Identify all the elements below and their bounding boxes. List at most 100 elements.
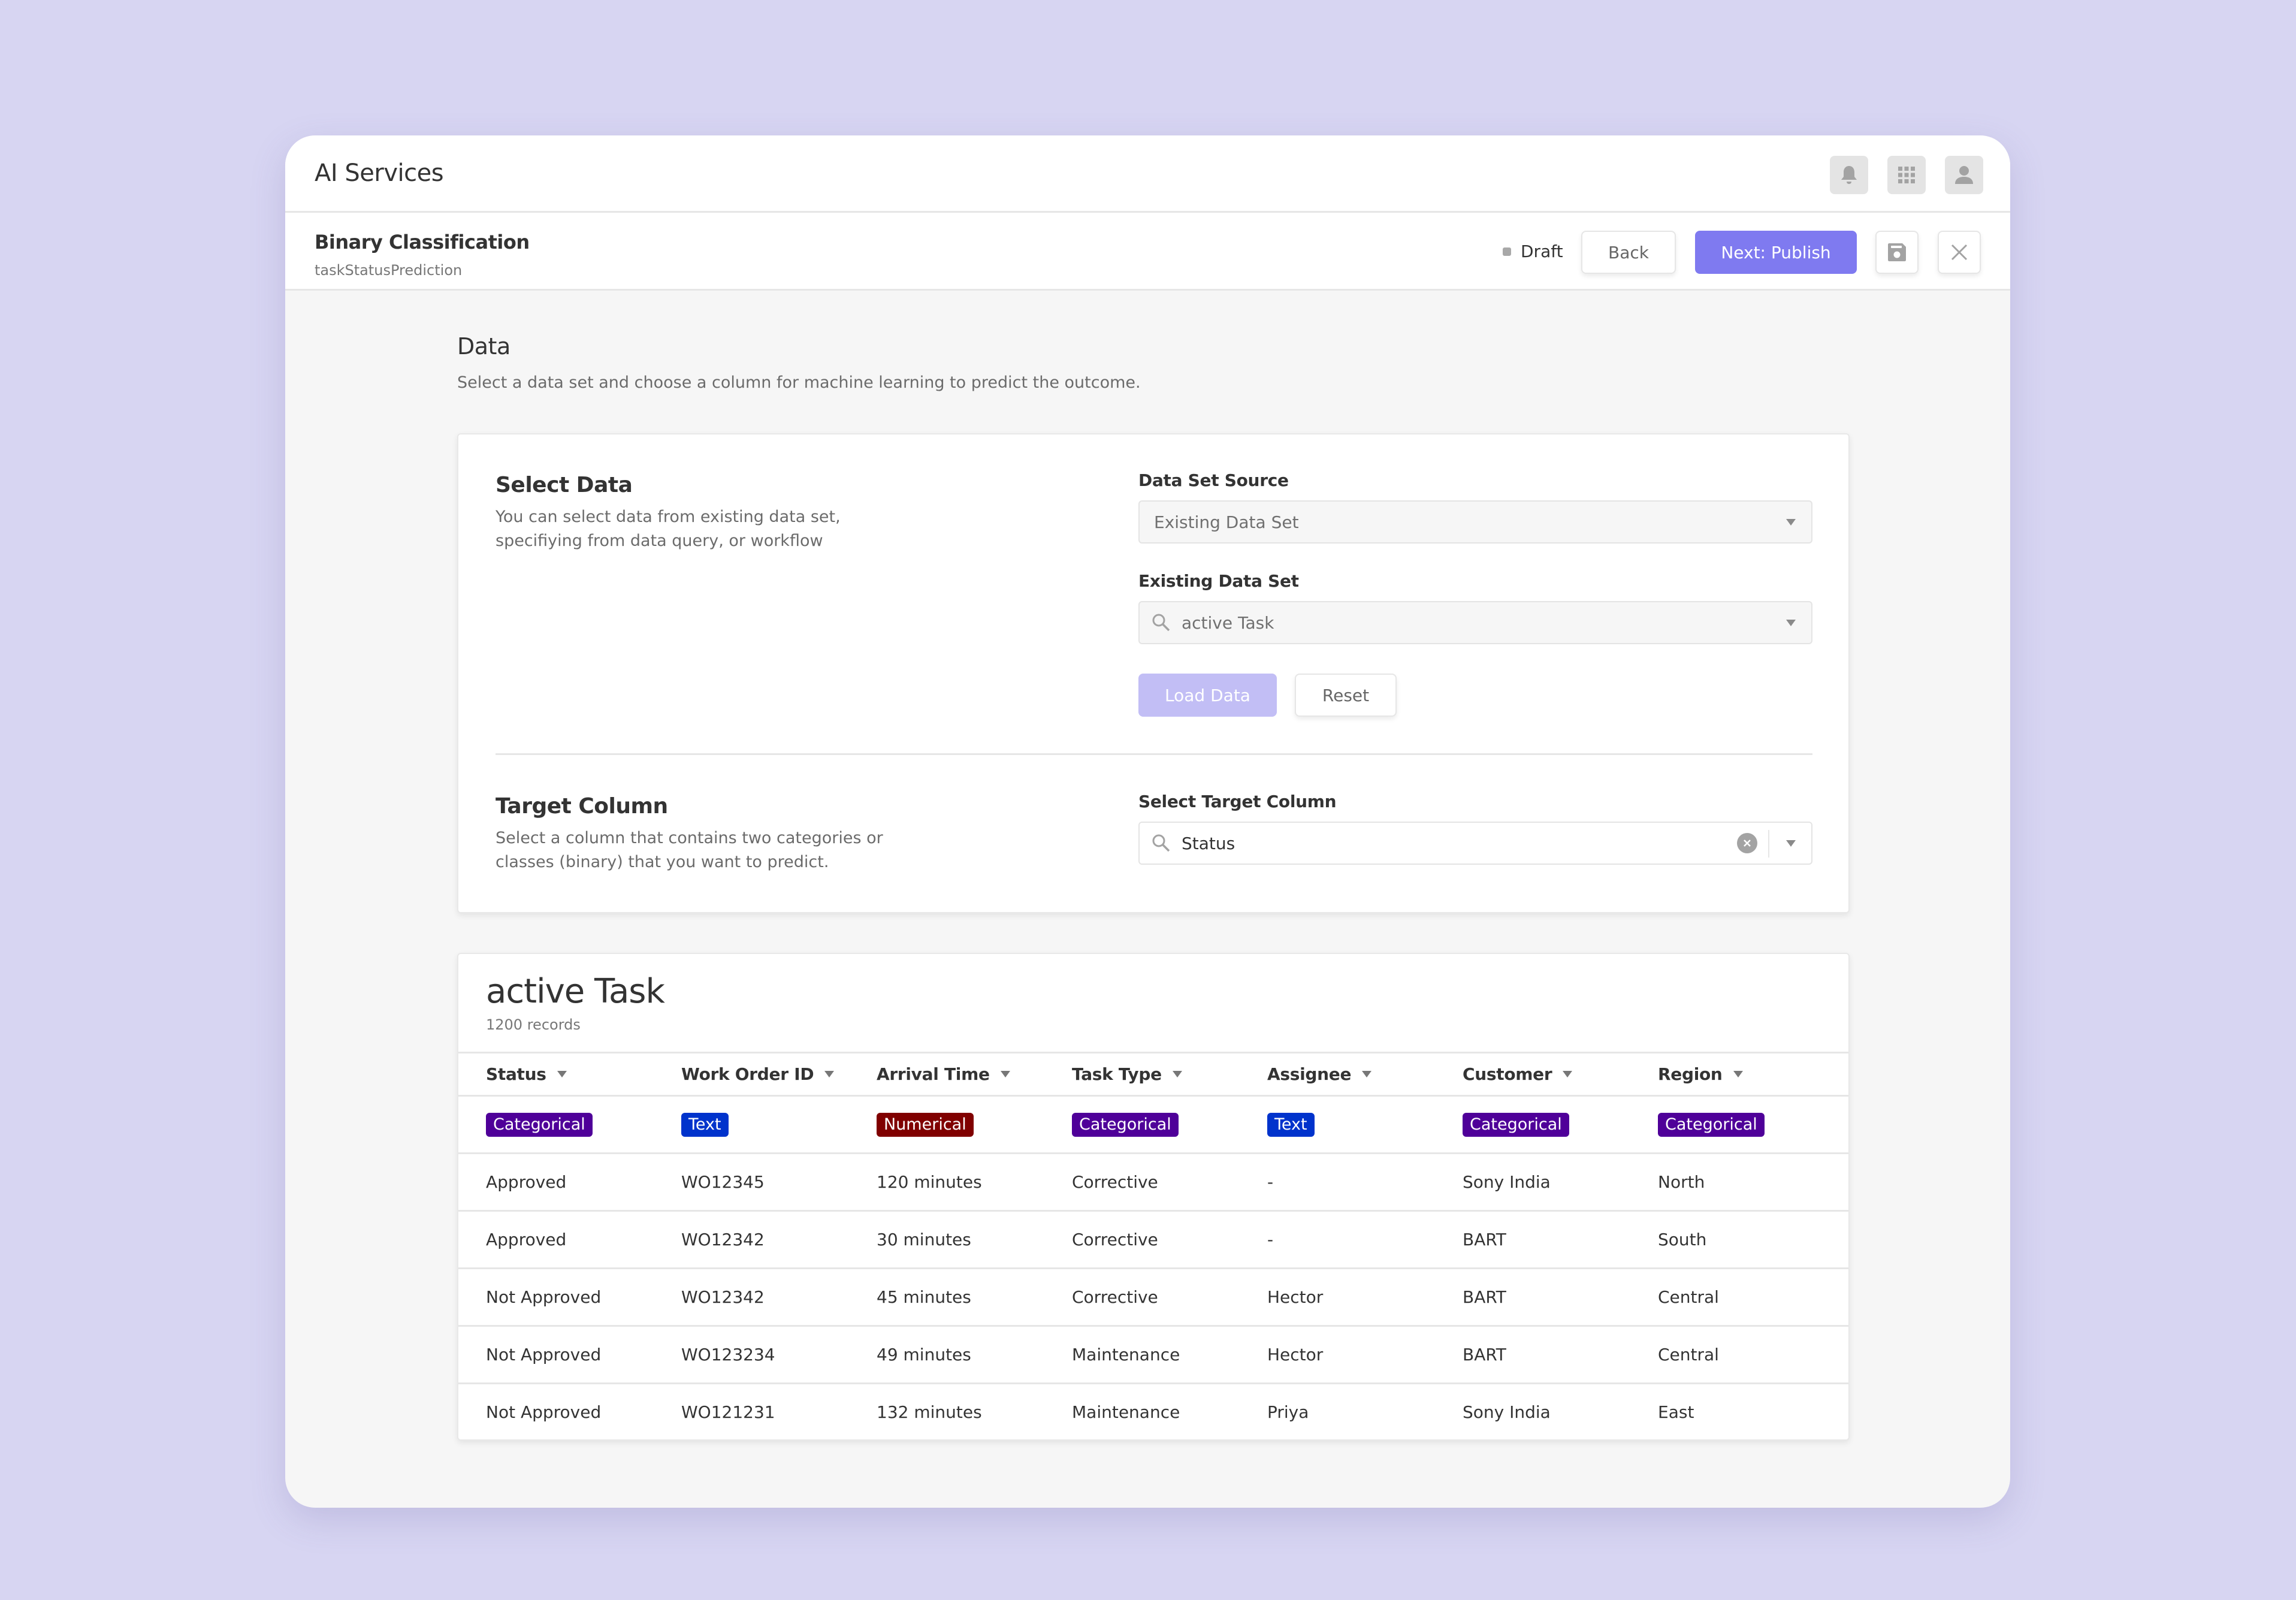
chevron-down-icon (1786, 619, 1796, 626)
table-cell: Central (1658, 1345, 1719, 1364)
table-row: Approved WO12345 120 minutes Corrective - Son… (458, 1152, 1848, 1210)
select-target-column-label: Select Target Column (1138, 792, 1337, 811)
data-config-card: Select Data You can select data from exi… (457, 433, 1850, 913)
column-header-label: Arrival Time (877, 1064, 990, 1084)
table-cell: Hector (1267, 1287, 1324, 1307)
column-header[interactable]: Region (1658, 1053, 1743, 1095)
sub-header: Binary Classification taskStatusPredicti… (285, 213, 2010, 291)
table-cell: Corrective (1072, 1230, 1158, 1249)
table-cell: Maintenance (1072, 1345, 1180, 1364)
column-header[interactable]: Work Order ID (681, 1053, 835, 1095)
clear-selection-button[interactable] (1737, 833, 1757, 853)
table-cell: 120 minutes (877, 1172, 982, 1192)
column-header[interactable]: Task Type (1072, 1053, 1182, 1095)
page-description: Select a data set and choose a column fo… (457, 373, 1141, 392)
sort-caret-icon[interactable] (1362, 1071, 1372, 1077)
table-row: Not Approved WO12342 45 minutes Corrective H… (458, 1267, 1848, 1325)
table-cell: 132 minutes (877, 1402, 982, 1422)
close-icon (1951, 244, 1968, 261)
table-cell: 49 minutes (877, 1345, 971, 1364)
column-type-row: Categorical Text Numerical Categorical Text C… (458, 1095, 1848, 1152)
table-cell: WO12342 (681, 1287, 765, 1307)
table-cell: Not Approved (486, 1287, 602, 1307)
apps-grid-icon (1898, 167, 1915, 183)
next-publish-button[interactable]: Next: Publish (1695, 231, 1857, 274)
sort-caret-icon[interactable] (1172, 1071, 1182, 1077)
data-set-source-value: Existing Data Set (1154, 512, 1299, 532)
column-type-cell: Numerical (877, 1097, 974, 1152)
save-button[interactable] (1875, 231, 1919, 274)
table-cell: Not Approved (486, 1345, 602, 1364)
table-cell: BART (1463, 1230, 1506, 1249)
select-separator (1768, 830, 1769, 858)
table-cell: WO12342 (681, 1230, 765, 1249)
sort-caret-icon[interactable] (1563, 1071, 1573, 1077)
column-type-cell: Text (681, 1097, 729, 1152)
sort-caret-icon[interactable] (557, 1071, 567, 1077)
app-title: AI Services (315, 159, 444, 187)
target-column-select[interactable]: Status (1138, 822, 1812, 865)
search-icon (1152, 614, 1170, 632)
table-cell: BART (1463, 1287, 1506, 1307)
table-cell: Priya (1267, 1402, 1309, 1422)
table-cell: Sony India (1463, 1402, 1551, 1422)
column-header-label: Status (486, 1064, 546, 1084)
model-type-title: Binary Classification (315, 231, 530, 253)
column-type-badge: Text (1267, 1112, 1315, 1137)
record-count: 1200 records (486, 1016, 581, 1033)
load-data-button[interactable]: Load Data (1138, 674, 1277, 717)
column-type-cell: Categorical (1658, 1097, 1765, 1152)
data-set-source-label: Data Set Source (1138, 470, 1289, 490)
table-cell: Hector (1267, 1345, 1324, 1364)
existing-data-set-value: active Task (1182, 612, 1274, 633)
sort-caret-icon[interactable] (824, 1071, 835, 1077)
column-header[interactable]: Assignee (1267, 1053, 1372, 1095)
sort-caret-icon[interactable] (1000, 1071, 1010, 1077)
table-row: Not Approved WO123234 49 minutes Maintenanc… (458, 1325, 1848, 1382)
table-cell: Corrective (1072, 1172, 1158, 1192)
status-dot-icon (1503, 247, 1511, 256)
column-header[interactable]: Arrival Time (877, 1053, 1010, 1095)
table-cell: East (1658, 1402, 1694, 1422)
profile-button[interactable] (1945, 156, 1983, 194)
column-header-label: Work Order ID (681, 1064, 814, 1084)
table-cell: WO12345 (681, 1172, 765, 1192)
table-cell: South (1658, 1230, 1707, 1249)
data-set-source-select[interactable]: Existing Data Set (1138, 500, 1812, 544)
table-cell: - (1267, 1172, 1274, 1192)
table-cell: - (1267, 1230, 1274, 1249)
existing-data-set-select[interactable]: active Task (1138, 601, 1812, 644)
close-button[interactable] (1938, 231, 1981, 274)
table-cell: Central (1658, 1287, 1719, 1307)
reset-button[interactable]: Reset (1295, 674, 1397, 717)
column-type-badge: Categorical (486, 1112, 593, 1137)
table-row: Not Approved WO121231 132 minutes Maintenan… (458, 1382, 1848, 1440)
select-data-title: Select Data (496, 473, 633, 497)
user-icon (1955, 166, 1973, 184)
sort-caret-icon[interactable] (1733, 1071, 1743, 1077)
bell-icon (1841, 166, 1857, 184)
column-header[interactable]: Customer (1463, 1053, 1573, 1095)
column-type-badge: Categorical (1658, 1112, 1765, 1137)
chevron-down-icon (1786, 518, 1796, 526)
column-header[interactable]: Status (486, 1053, 567, 1095)
target-column-description: Select a column that contains two catego… (496, 829, 883, 871)
save-icon (1888, 243, 1906, 261)
column-header-label: Task Type (1072, 1064, 1162, 1084)
table-row: Approved WO12342 30 minutes Corrective - BART… (458, 1210, 1848, 1267)
table-cell: BART (1463, 1345, 1506, 1364)
column-type-cell: Categorical (1072, 1097, 1179, 1152)
column-header-label: Region (1658, 1064, 1723, 1084)
notifications-button[interactable] (1830, 156, 1868, 194)
app-window: AI Services Binary Classification taskSt… (285, 135, 2010, 1508)
back-button[interactable]: Back (1581, 231, 1676, 274)
page-title: Data (457, 333, 510, 360)
clear-icon (1744, 840, 1751, 847)
table-cell: 30 minutes (877, 1230, 971, 1249)
apps-button[interactable] (1887, 156, 1926, 194)
top-bar: AI Services (285, 135, 2010, 213)
select-data-description: You can select data from existing data s… (496, 508, 841, 550)
chevron-down-icon[interactable] (1786, 840, 1796, 847)
table-cell: Approved (486, 1172, 567, 1192)
model-name: taskStatusPrediction (315, 262, 463, 279)
